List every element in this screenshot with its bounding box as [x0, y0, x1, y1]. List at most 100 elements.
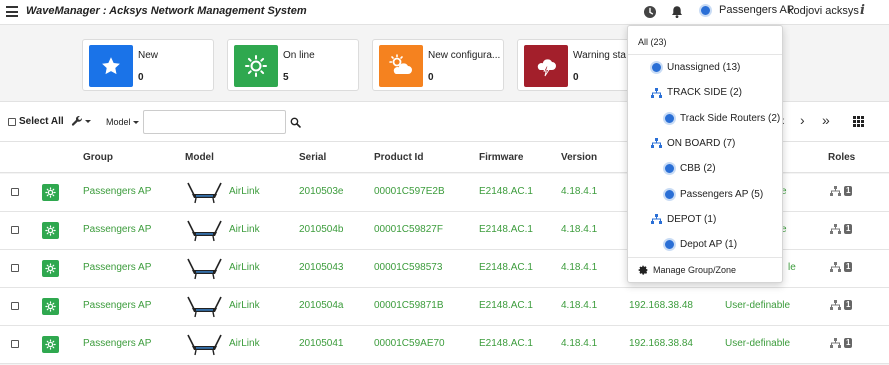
serial-cell[interactable]: 20105043 — [299, 262, 344, 273]
dot-icon — [663, 162, 676, 176]
status-online-icon — [42, 260, 59, 277]
serial-cell[interactable]: 2010503e — [299, 186, 344, 197]
product-id-cell[interactable]: 00001C598573 — [374, 262, 442, 273]
top-bar: WaveManager : Acksys Network Management … — [0, 0, 889, 25]
hierarchy-icon — [830, 338, 841, 348]
column-header-firmware[interactable]: Firmware — [479, 152, 523, 163]
tile-new[interactable]: New 0 — [82, 39, 214, 91]
dropdown-item-label: TRACK SIDE (2) — [667, 87, 743, 99]
roles-cell[interactable]: 1 — [830, 338, 853, 348]
pager-next-button[interactable]: › — [800, 112, 805, 128]
dropdown-group-item[interactable]: Unassigned (13) — [650, 61, 741, 74]
tile-label: New — [138, 50, 159, 61]
column-header-serial[interactable]: Serial — [299, 152, 326, 163]
bell-icon[interactable] — [669, 4, 685, 20]
configuration-cell: User-definable — [725, 338, 791, 349]
roles-cell[interactable]: 1 — [830, 300, 853, 310]
tile-count: 0 — [138, 72, 144, 83]
manage-group-zone-link[interactable]: Manage Group/Zone — [638, 265, 736, 275]
group-cell[interactable]: Passengers AP — [83, 186, 151, 197]
column-header-product-id[interactable]: Product Id — [374, 152, 423, 163]
dropdown-group-item[interactable]: TRACK SIDE (2) — [651, 87, 742, 98]
dropdown-item-label: Unassigned (13) — [667, 62, 741, 73]
dropdown-item-label: Depot AP (1) — [680, 239, 738, 251]
tile-online[interactable]: On line 5 — [227, 39, 359, 91]
role-count-badge: 1 — [844, 262, 853, 272]
model-filter-dropdown[interactable]: Model — [106, 117, 139, 127]
roles-cell[interactable]: 1 — [830, 224, 853, 234]
model-cell[interactable]: AirLink — [229, 338, 260, 349]
dropdown-item-label: ON BOARD (7) — [667, 137, 736, 149]
version-cell: 4.18.4.1 — [561, 224, 598, 235]
roles-cell[interactable]: 1 — [830, 262, 853, 272]
column-header-group[interactable]: Group — [83, 152, 113, 163]
username[interactable]: kodjovi acksys — [788, 5, 859, 17]
divider — [628, 54, 782, 55]
search-input[interactable] — [143, 110, 286, 134]
serial-cell[interactable]: 20105041 — [299, 338, 344, 349]
row-checkbox[interactable] — [11, 188, 19, 196]
dropdown-item-all[interactable]: All (23) — [638, 37, 667, 47]
dropdown-subgroup-item[interactable]: Depot AP (1) — [663, 238, 738, 252]
serial-cell[interactable]: 2010504a — [299, 300, 344, 311]
dropdown-group-item[interactable]: DEPOT (1) — [651, 214, 716, 225]
group-cell[interactable]: Passengers AP — [83, 300, 151, 311]
model-filter-label: Model — [106, 117, 131, 127]
app-title: WaveManager : Acksys Network Management … — [26, 5, 307, 17]
column-header-version[interactable]: Version — [561, 152, 597, 163]
dropdown-subgroup-item[interactable]: Passengers AP (5) — [663, 187, 763, 201]
info-icon[interactable]: i — [860, 3, 865, 18]
product-id-cell[interactable]: 00001C59827F — [374, 224, 443, 235]
row-checkbox[interactable] — [11, 340, 19, 348]
model-cell[interactable]: AirLink — [229, 186, 260, 197]
clock-icon[interactable] — [642, 4, 658, 20]
model-cell[interactable]: AirLink — [229, 300, 260, 311]
checkbox[interactable] — [8, 117, 16, 126]
select-all-checkbox[interactable]: Select All — [8, 116, 64, 127]
dropdown-subgroup-item[interactable]: CBB (2) — [663, 162, 716, 176]
group-selector[interactable]: Passengers AP — [699, 3, 794, 17]
table-row[interactable]: Passengers AP AirLink 20105041 00001C59A… — [0, 326, 889, 364]
status-online-icon — [42, 298, 59, 315]
version-cell: 4.18.4.1 — [561, 338, 598, 349]
model-cell[interactable]: AirLink — [229, 224, 260, 235]
column-header-roles[interactable]: Roles — [828, 152, 855, 163]
group-cell[interactable]: Passengers AP — [83, 224, 151, 235]
dropdown-subgroup-item[interactable]: Track Side Routers (2) — [663, 111, 780, 125]
pager-last-button[interactable]: » — [822, 112, 830, 128]
hierarchy-icon — [830, 224, 841, 234]
row-checkbox[interactable] — [11, 302, 19, 310]
row-checkbox[interactable] — [11, 264, 19, 272]
model-cell[interactable]: AirLink — [229, 262, 260, 273]
product-id-cell[interactable]: 00001C597E2B — [374, 186, 445, 197]
ip-address-cell[interactable]: 192.168.38.84 — [629, 338, 693, 349]
product-id-cell[interactable]: 00001C59AE70 — [374, 338, 445, 349]
role-count-badge: 1 — [844, 338, 853, 348]
firmware-cell: E2148.AC.1 — [479, 224, 533, 235]
roles-cell[interactable]: 1 — [830, 186, 853, 196]
menu-icon[interactable] — [6, 6, 18, 17]
search-icon[interactable] — [290, 117, 301, 128]
column-header-model[interactable]: Model — [185, 152, 214, 163]
ip-address-cell[interactable]: 192.168.38.48 — [629, 300, 693, 311]
wrench-icon — [71, 115, 82, 126]
router-icon — [187, 258, 222, 280]
configuration-cell: User-definable — [725, 300, 791, 311]
table-row[interactable]: Passengers AP AirLink 2010504a 00001C598… — [0, 288, 889, 326]
dot-icon — [663, 187, 676, 201]
tile-new-configuration[interactable]: New configura... 0 — [372, 39, 504, 91]
group-cell[interactable]: Passengers AP — [83, 338, 151, 349]
actions-menu-button[interactable] — [71, 115, 91, 127]
tile-label: On line — [283, 50, 315, 61]
router-icon — [187, 220, 222, 242]
row-checkbox[interactable] — [11, 226, 19, 234]
router-icon — [187, 334, 222, 356]
serial-cell[interactable]: 2010504b — [299, 224, 344, 235]
hierarchy-icon — [651, 214, 662, 225]
hierarchy-icon — [830, 186, 841, 196]
grid-view-icon[interactable] — [853, 116, 864, 127]
dropdown-group-item[interactable]: ON BOARD (7) — [651, 138, 735, 149]
group-cell[interactable]: Passengers AP — [83, 262, 151, 273]
product-id-cell[interactable]: 00001C59871B — [374, 300, 444, 311]
version-cell: 4.18.4.1 — [561, 262, 598, 273]
